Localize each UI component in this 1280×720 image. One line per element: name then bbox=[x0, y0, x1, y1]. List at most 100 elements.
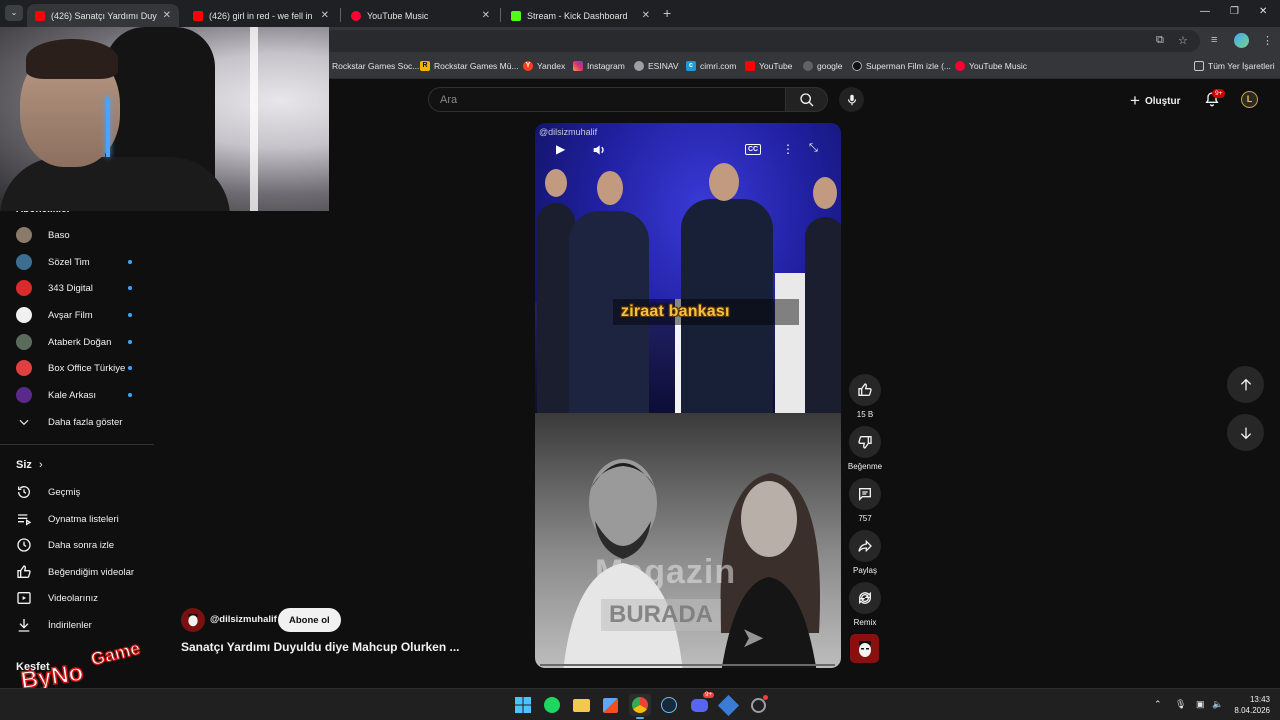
captions-button[interactable]: CC bbox=[745, 144, 762, 155]
collapse-icon[interactable]: ⤡ bbox=[809, 142, 818, 155]
microphone-tray-icon[interactable]: 🎙 bbox=[1175, 699, 1186, 710]
play-icon[interactable]: ▶ bbox=[556, 142, 565, 156]
bookmark-cimri[interactable]: c cimri.com bbox=[686, 61, 736, 71]
taskbar-store[interactable] bbox=[599, 694, 621, 716]
tab-separator bbox=[500, 8, 501, 22]
sidebar-item-avsar-film[interactable]: Avşar Film bbox=[0, 302, 154, 328]
system-clock[interactable]: 13:43 8.04.2026 bbox=[1228, 694, 1270, 716]
volume-tray-icon[interactable]: 🔈 bbox=[1212, 699, 1223, 710]
sound-channel-avatar[interactable] bbox=[850, 634, 879, 663]
sidebar-item-baso[interactable]: Baso bbox=[0, 222, 154, 248]
bookmark-rockstar-social[interactable]: Rockstar Games Soc... bbox=[332, 61, 419, 71]
sidebar-show-more[interactable]: Daha fazla göster bbox=[0, 409, 154, 435]
close-tab-icon[interactable]: ✕ bbox=[642, 10, 650, 21]
tab-search-button[interactable]: ⌄ bbox=[5, 5, 23, 21]
more-options-icon[interactable]: ⋮ bbox=[782, 142, 794, 156]
bookmark-youtube-music[interactable]: YouTube Music bbox=[955, 61, 1027, 71]
taskbar-file-explorer[interactable] bbox=[570, 694, 592, 716]
sidebar-item-watch-later[interactable]: Daha sonra izle bbox=[0, 532, 154, 558]
channel-avatar bbox=[16, 280, 32, 296]
new-tab-button[interactable]: + bbox=[663, 5, 671, 21]
folder-icon bbox=[572, 698, 590, 712]
video-caption: ziraat bankası bbox=[621, 303, 730, 320]
like-button[interactable] bbox=[849, 374, 881, 406]
shorts-video-player[interactable]: @dilsizmuhalif ziraat bankası ▶ CC ⋮ ⤡ M… bbox=[535, 123, 841, 668]
tab-active-video[interactable]: (426) Sanatçı Yardımı Duyuldu d ✕ bbox=[27, 4, 179, 27]
taskbar-app-grey[interactable] bbox=[747, 694, 769, 716]
minimize-icon[interactable]: — bbox=[1200, 6, 1210, 17]
bookmark-star-icon[interactable]: ☆ bbox=[1178, 34, 1188, 47]
address-bar[interactable] bbox=[320, 30, 1200, 52]
bookmark-instagram[interactable]: Instagram bbox=[573, 61, 625, 71]
network-icon[interactable]: ▣ bbox=[1196, 699, 1205, 710]
arrow-up-icon bbox=[1240, 378, 1251, 390]
previous-video-button[interactable] bbox=[1227, 366, 1264, 403]
close-tab-icon[interactable]: ✕ bbox=[321, 10, 329, 21]
profile-avatar[interactable] bbox=[1234, 33, 1249, 48]
create-button[interactable]: + Oluştur bbox=[1130, 91, 1181, 111]
taskbar-app-blue[interactable] bbox=[717, 694, 739, 716]
masked-face-icon bbox=[188, 613, 198, 627]
remix-button[interactable] bbox=[849, 582, 881, 614]
menu-kebab-icon[interactable]: ⋮ bbox=[1262, 34, 1273, 47]
logo-text-bynno: ByNo bbox=[19, 659, 85, 690]
app-icon bbox=[717, 694, 739, 716]
tab-kick-dashboard[interactable]: Stream - Kick Dashboard ✕ bbox=[503, 4, 658, 27]
bookmark-label: Instagram bbox=[587, 61, 625, 71]
sidebar-you-heading[interactable]: Siz › bbox=[16, 459, 43, 471]
tray-overflow-icon[interactable]: ⌃ bbox=[1154, 699, 1162, 710]
all-bookmarks-folder[interactable]: Tüm Yer İşaretleri bbox=[1194, 61, 1275, 71]
sidebar-item-kale-arkasi[interactable]: Kale Arkası bbox=[0, 382, 154, 408]
restore-icon[interactable]: ❐ bbox=[1230, 6, 1239, 17]
share-button[interactable] bbox=[849, 530, 881, 562]
browser-tab-strip: ⌄ (426) Sanatçı Yardımı Duyuldu d ✕ (426… bbox=[0, 0, 1280, 27]
history-icon bbox=[18, 486, 30, 498]
sidebar-item-your-videos[interactable]: Videolarınız bbox=[0, 585, 154, 611]
youtube-icon bbox=[193, 10, 203, 21]
sidebar-item-playlists[interactable]: Oynatma listeleri bbox=[0, 506, 154, 532]
taskbar-spotify[interactable] bbox=[541, 694, 563, 716]
sidebar-item-history[interactable]: Geçmiş bbox=[0, 479, 154, 505]
video-title[interactable]: Sanatçı Yardımı Duyuldu diye Mahcup Olur… bbox=[181, 640, 460, 654]
bookmark-google[interactable]: google bbox=[803, 61, 843, 71]
close-window-icon[interactable]: ✕ bbox=[1259, 6, 1267, 17]
dislike-button[interactable] bbox=[849, 426, 881, 458]
next-video-button[interactable] bbox=[1227, 414, 1264, 451]
media-control-icon[interactable]: ≡ bbox=[1211, 34, 1217, 46]
sidebar-item-343-digital[interactable]: 343 Digital bbox=[0, 275, 154, 301]
clock-date: 8.04.2026 bbox=[1234, 706, 1270, 715]
sidebar-item-box-office-turkiye[interactable]: Box Office Türkiye bbox=[0, 355, 154, 381]
bookmark-rockstar-music[interactable]: R Rockstar Games Mü... bbox=[420, 61, 519, 71]
tab-youtube-music[interactable]: YouTube Music ✕ bbox=[343, 4, 498, 27]
close-tab-icon[interactable]: ✕ bbox=[482, 10, 490, 21]
sidebar-item-label: Ataberk Doğan bbox=[48, 336, 112, 348]
voice-search-button[interactable] bbox=[839, 87, 864, 112]
sidebar-item-sozel-tim[interactable]: Sözel Tim bbox=[0, 249, 154, 275]
channel-avatar[interactable] bbox=[181, 608, 205, 632]
volume-icon[interactable] bbox=[591, 142, 607, 158]
video-progress-bar[interactable] bbox=[540, 664, 835, 666]
sidebar-item-liked-videos[interactable]: Beğendiğim videolar bbox=[0, 559, 154, 585]
bookmark-yandex[interactable]: Y Yandex bbox=[523, 61, 565, 71]
download-icon bbox=[18, 619, 30, 632]
tab-title: Stream - Kick Dashboard bbox=[527, 10, 628, 21]
taskbar-chrome[interactable] bbox=[629, 694, 651, 719]
sidebar-item-ataberk-dogan[interactable]: Ataberk Doğan bbox=[0, 329, 154, 355]
taskbar-discord[interactable]: 9+ bbox=[688, 692, 714, 716]
bookmark-youtube[interactable]: YouTube bbox=[745, 61, 792, 71]
close-tab-icon[interactable]: ✕ bbox=[163, 10, 171, 21]
comments-button[interactable] bbox=[849, 478, 881, 510]
taskbar-steam[interactable] bbox=[658, 694, 680, 716]
folder-icon bbox=[1194, 61, 1204, 71]
search-icon bbox=[800, 93, 814, 107]
bookmark-superman[interactable]: Superman Film izle (... bbox=[852, 61, 951, 71]
start-button[interactable] bbox=[512, 694, 534, 716]
channel-name[interactable]: @dilsizmuhalif bbox=[210, 614, 277, 625]
install-app-icon[interactable]: ⧉ bbox=[1156, 34, 1164, 47]
tab-girl-in-red[interactable]: (426) girl in red - we fell in love ✕ bbox=[185, 4, 337, 27]
search-button[interactable] bbox=[786, 87, 828, 112]
search-input[interactable]: Ara bbox=[428, 87, 786, 112]
subscribe-button[interactable]: Abone ol bbox=[278, 608, 341, 632]
account-avatar[interactable]: L bbox=[1241, 91, 1258, 108]
bookmark-esinav[interactable]: ESINAV bbox=[634, 61, 679, 71]
